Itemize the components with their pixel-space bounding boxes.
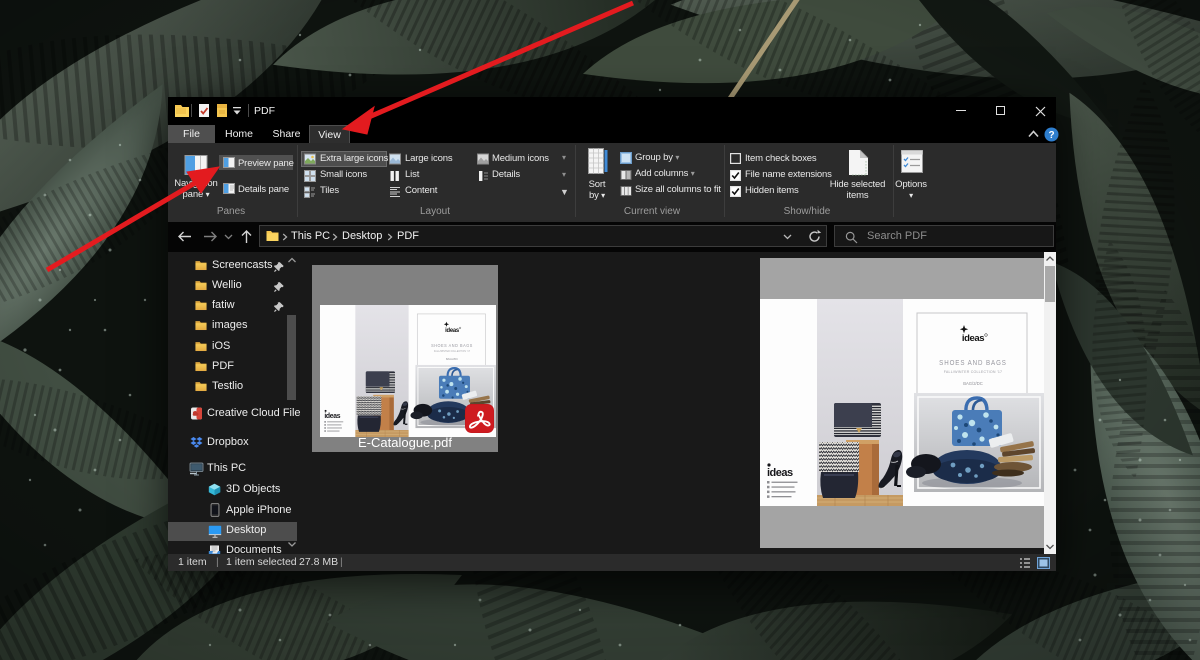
svg-text:?: ? [1048, 130, 1054, 141]
